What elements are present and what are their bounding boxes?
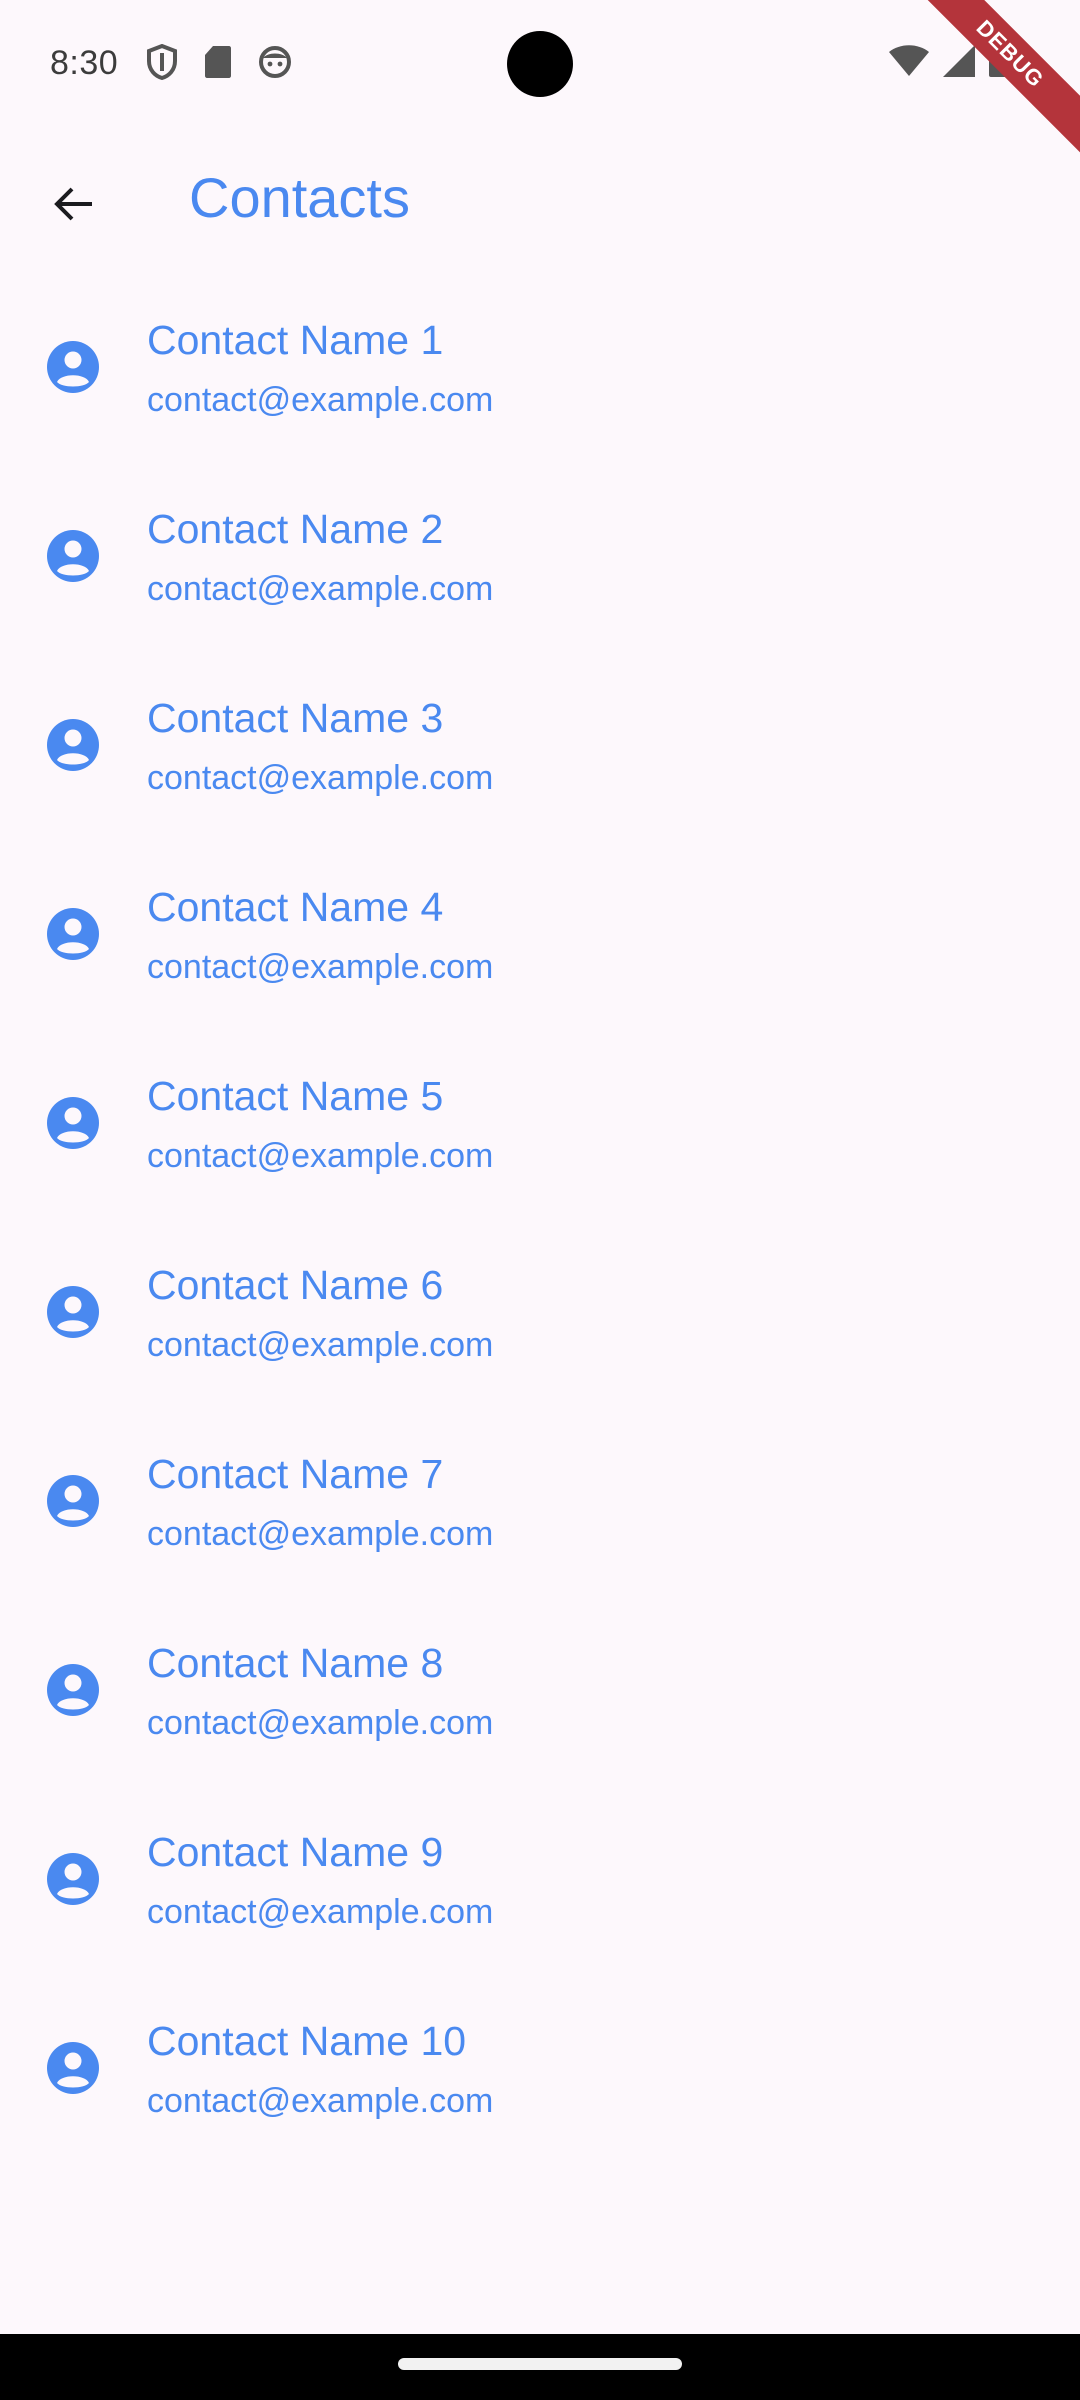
contact-email: contact@example.com	[147, 381, 494, 419]
page-title: Contacts	[189, 166, 410, 229]
contact-name: Contact Name 10	[147, 2018, 467, 2064]
account-circle-icon	[46, 2041, 100, 2095]
contact-name: Contact Name 3	[147, 695, 444, 741]
navigation-bar	[0, 2334, 1080, 2400]
account-circle-icon	[46, 1096, 100, 1150]
account-circle-icon	[46, 907, 100, 961]
contact-name: Contact Name 5	[147, 1073, 444, 1119]
contact-email: contact@example.com	[147, 1893, 494, 1931]
contact-name: Contact Name 2	[147, 506, 444, 552]
arrow-back-icon	[50, 180, 98, 233]
contact-name: Contact Name 8	[147, 1640, 444, 1686]
list-item[interactable]: Contact Name 2 contact@example.com	[0, 461, 1080, 650]
list-item[interactable]: Contact Name 10 contact@example.com	[0, 1973, 1080, 2162]
cellular-signal-icon	[942, 44, 976, 83]
list-item[interactable]: Contact Name 7 contact@example.com	[0, 1406, 1080, 1595]
shield-icon	[146, 44, 178, 80]
status-time: 8:30	[50, 44, 119, 82]
list-item[interactable]: Contact Name 3 contact@example.com	[0, 650, 1080, 839]
contact-email: contact@example.com	[147, 759, 494, 797]
contact-email: contact@example.com	[147, 2082, 494, 2120]
contact-name: Contact Name 6	[147, 1262, 444, 1308]
status-bar: 8:30 DEBUG	[0, 0, 1080, 161]
contact-email: contact@example.com	[147, 1515, 494, 1553]
list-item[interactable]: Contact Name 4 contact@example.com	[0, 839, 1080, 1028]
account-circle-icon	[46, 1663, 100, 1717]
account-circle-icon	[46, 340, 100, 394]
camera-cutout	[507, 31, 573, 97]
sd-card-icon	[204, 45, 232, 79]
home-gesture-handle[interactable]	[398, 2358, 682, 2370]
account-circle-icon	[46, 1852, 100, 1906]
wifi-icon	[888, 44, 930, 83]
status-icons-left	[146, 44, 292, 80]
back-button[interactable]	[32, 164, 116, 248]
contact-email: contact@example.com	[147, 1326, 494, 1364]
account-circle-icon	[46, 1474, 100, 1528]
account-circle-icon	[46, 1285, 100, 1339]
contact-list: Contact Name 1 contact@example.com Conta…	[0, 272, 1080, 2162]
contact-name: Contact Name 7	[147, 1451, 444, 1497]
face-icon	[258, 45, 292, 79]
contact-email: contact@example.com	[147, 948, 494, 986]
list-item[interactable]: Contact Name 1 contact@example.com	[0, 272, 1080, 461]
contact-name: Contact Name 4	[147, 884, 444, 930]
list-item[interactable]: Contact Name 5 contact@example.com	[0, 1028, 1080, 1217]
contact-name: Contact Name 9	[147, 1829, 444, 1875]
list-item[interactable]: Contact Name 8 contact@example.com	[0, 1595, 1080, 1784]
contact-email: contact@example.com	[147, 1704, 494, 1742]
account-circle-icon	[46, 529, 100, 583]
app-bar: Contacts	[0, 128, 1080, 272]
contact-name: Contact Name 1	[147, 317, 444, 363]
contact-email: contact@example.com	[147, 1137, 494, 1175]
contact-email: contact@example.com	[147, 570, 494, 608]
list-item[interactable]: Contact Name 9 contact@example.com	[0, 1784, 1080, 1973]
account-circle-icon	[46, 718, 100, 772]
list-item[interactable]: Contact Name 6 contact@example.com	[0, 1217, 1080, 1406]
